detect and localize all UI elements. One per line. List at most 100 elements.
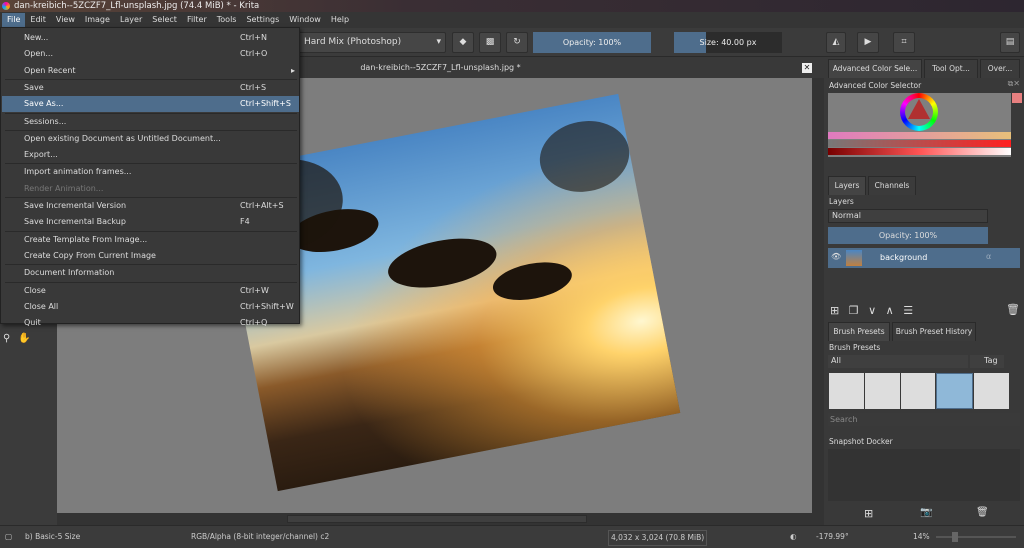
file-menu-item[interactable]: Quit Ctrl+Q <box>2 315 299 331</box>
reload-preset-button[interactable]: ↻ <box>506 32 528 53</box>
wrap-around-button[interactable]: ⌗ <box>893 32 915 53</box>
file-menu-item[interactable]: Create Template From Image... <box>2 232 299 248</box>
delete-layer-icon[interactable]: 🗑 <box>1006 303 1020 316</box>
file-menu-item[interactable]: Open Recent ▸ <box>2 63 299 79</box>
file-menu-item[interactable]: Document Information <box>2 265 299 281</box>
docker-close-icon[interactable]: ⧉✕ <box>1008 79 1020 89</box>
workspace-button[interactable]: ▤ <box>1000 32 1020 53</box>
file-menu-item[interactable]: New... Ctrl+N <box>2 30 299 46</box>
mirror-vertical-button[interactable]: ▶ <box>857 32 879 53</box>
menu-view[interactable]: View <box>51 13 80 27</box>
zoom-tool-icon[interactable]: ⚲ <box>3 333 10 344</box>
foreground-color-swatch[interactable] <box>1012 93 1022 103</box>
add-layer-icon[interactable]: ⊞ <box>830 304 839 317</box>
layer-actions: ⊞ ❐ ∨ ∧ ☰ <box>830 304 913 317</box>
tab-brush-presets[interactable]: Brush Presets <box>828 322 890 341</box>
file-menu-item[interactable]: Sessions... <box>2 114 299 130</box>
color-selector[interactable] <box>828 93 1011 157</box>
brush-preset-item[interactable] <box>829 373 864 409</box>
brush-presets-title: Brush Presets <box>829 343 881 352</box>
brush-preset-item[interactable] <box>900 373 936 409</box>
delete-snapshot-icon[interactable]: 🗑 <box>976 507 989 518</box>
move-up-icon[interactable]: ∧ <box>886 304 894 317</box>
menu-file[interactable]: File <box>2 13 26 27</box>
reload-icon: ↻ <box>513 37 521 47</box>
menu-item-shortcut: Ctrl+S <box>240 82 267 92</box>
menu-tools[interactable]: Tools <box>212 13 242 27</box>
file-menu-item[interactable]: Save As... Ctrl+Shift+S <box>2 96 299 113</box>
menu-item-label: Save Incremental Version <box>24 201 127 210</box>
tab-overview[interactable]: Over... <box>980 59 1020 78</box>
file-menu-item[interactable]: Open existing Document as Untitled Docum… <box>2 131 299 147</box>
move-down-icon[interactable]: ∨ <box>868 304 876 317</box>
size-slider[interactable]: Size: 40.00 px <box>674 32 782 53</box>
mirror-horizontal-button[interactable]: ◭ <box>826 32 846 53</box>
menu-item-label: Sessions... <box>24 116 67 126</box>
layer-blend-select[interactable]: Normal <box>828 209 988 223</box>
alpha-lock-icon[interactable]: α <box>986 252 991 261</box>
eraser-icon: ◆ <box>459 37 467 47</box>
tab-layers[interactable]: Layers <box>828 176 866 195</box>
menu-filter[interactable]: Filter <box>182 13 212 27</box>
layers-title: Layers <box>829 197 854 206</box>
close-document-icon[interactable]: ✕ <box>802 63 812 73</box>
file-menu-item[interactable]: Export... <box>2 147 299 163</box>
tab-advanced-color-selector[interactable]: Advanced Color Sele... <box>828 59 922 78</box>
brush-search-input[interactable]: Search <box>828 413 1020 426</box>
brush-filter-select[interactable]: All <box>828 355 968 368</box>
pan-tool-icon[interactable]: ✋ <box>18 333 30 344</box>
duplicate-layer-icon[interactable]: ❐ <box>849 304 859 317</box>
scrollbar-thumb[interactable] <box>287 515 587 523</box>
tab-channels[interactable]: Channels <box>868 176 916 195</box>
opacity-slider[interactable]: Opacity: 100% <box>533 32 651 53</box>
file-menu-item[interactable]: Close Ctrl+W <box>2 283 299 299</box>
saturation-slider[interactable] <box>828 140 1011 147</box>
layer-row-background[interactable]: 👁 background α <box>828 248 1020 268</box>
menu-layer[interactable]: Layer <box>115 13 147 27</box>
tab-tool-options[interactable]: Tool Opt... <box>924 59 978 78</box>
crop-icon: ⌗ <box>901 37 907 47</box>
menu-item-shortcut: Ctrl+W <box>240 285 269 295</box>
layer-opacity-slider[interactable]: Opacity: 100% <box>828 227 988 244</box>
file-menu-item[interactable]: Create Copy From Current Image <box>2 248 299 264</box>
hue-ring[interactable] <box>900 93 938 131</box>
status-rotation[interactable]: -179.99° <box>816 526 849 548</box>
layer-properties-icon[interactable]: ☰ <box>903 304 913 317</box>
file-menu-item[interactable]: Close All Ctrl+Shift+W <box>2 299 299 315</box>
menu-help[interactable]: Help <box>326 13 354 27</box>
add-snapshot-icon[interactable]: ⊞ <box>864 507 873 520</box>
status-brush[interactable]: b) Basic-5 Size <box>25 526 80 548</box>
brush-preset-item[interactable] <box>864 373 900 409</box>
menu-edit[interactable]: Edit <box>25 13 51 27</box>
menu-image[interactable]: Image <box>80 13 115 27</box>
status-bar: ▢ b) Basic-5 Size RGB/Alpha (8-bit integ… <box>0 525 1024 548</box>
menu-window[interactable]: Window <box>284 13 326 27</box>
eraser-mode-button[interactable]: ◆ <box>452 32 474 53</box>
horizontal-scrollbar[interactable] <box>57 513 824 525</box>
rotation-icon[interactable]: ◐ <box>790 526 797 548</box>
visibility-eye-icon[interactable]: 👁 <box>831 252 841 261</box>
menu-settings[interactable]: Settings <box>241 13 284 27</box>
value-slider[interactable] <box>828 148 1011 155</box>
submenu-arrow-icon: ▸ <box>290 65 295 75</box>
file-menu-item[interactable]: Save Incremental Backup F4 <box>2 214 299 230</box>
hue-slider[interactable] <box>828 132 1011 139</box>
brush-preset-item[interactable] <box>974 373 1009 409</box>
file-menu: New... Ctrl+N Open... Ctrl+O Open Recent ▸ Sav… <box>0 27 300 327</box>
menu-item-label: Quit <box>24 318 41 328</box>
file-menu-item[interactable]: Open... Ctrl+O <box>2 46 299 62</box>
tag-button[interactable]: Tag <box>970 355 1004 368</box>
blend-mode-select[interactable]: Hard Mix (Photoshop) ▾ <box>298 32 446 53</box>
menu-select[interactable]: Select <box>147 13 182 27</box>
tab-brush-preset-history[interactable]: Brush Preset History <box>892 322 976 341</box>
file-menu-item[interactable]: Import animation frames... <box>2 164 299 180</box>
brush-filter-value: All <box>831 356 841 365</box>
file-menu-item[interactable]: Save Ctrl+S <box>2 80 299 96</box>
camera-icon[interactable]: 📷 <box>920 507 932 518</box>
file-menu-item[interactable]: Save Incremental Version Ctrl+Alt+S <box>2 198 299 214</box>
zoom-slider[interactable] <box>936 532 1016 542</box>
vertical-scrollbar[interactable] <box>812 78 824 513</box>
preserve-alpha-button[interactable]: ▩ <box>479 32 501 53</box>
workspace-icon: ▤ <box>1005 37 1015 47</box>
brush-preset-item-selected[interactable] <box>936 373 974 409</box>
